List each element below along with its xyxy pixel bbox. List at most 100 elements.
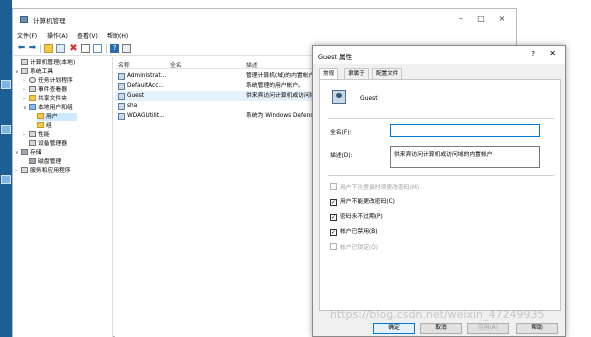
computer-icon bbox=[21, 59, 28, 65]
tree-label: 服务和应用程序 bbox=[30, 168, 71, 174]
checkbox-box bbox=[330, 243, 337, 250]
menu-action[interactable]: 操作(A) bbox=[47, 31, 68, 40]
checkbox-label: 帐户已禁用(B) bbox=[340, 229, 378, 235]
guest-properties-dialog: Guest 属性 ? ✕ 常规 隶属于 配置文件 Guest 全名(F): 描述… bbox=[312, 45, 566, 337]
user-icon bbox=[118, 93, 125, 100]
computer-management-icon bbox=[20, 16, 28, 23]
help-question-button[interactable]: ? bbox=[531, 50, 535, 58]
tree-label: 事件查看器 bbox=[38, 87, 67, 93]
user-description: 管理计算机(域)的内置帐户 bbox=[246, 73, 315, 79]
description-field[interactable]: 供来宾访问计算机或访问域的内置帐户 bbox=[390, 146, 540, 168]
users-icon bbox=[29, 104, 36, 110]
tree-label: 组 bbox=[46, 123, 52, 129]
user-icon bbox=[118, 73, 125, 80]
menu-view[interactable]: 查看(V) bbox=[77, 31, 98, 40]
apply-button[interactable]: 应用(A) bbox=[467, 323, 509, 334]
account-disabled-checkbox[interactable]: ✓ 帐户已禁用(B) bbox=[330, 228, 378, 237]
forward-arrow-icon[interactable]: ➡ bbox=[28, 44, 37, 53]
disk-icon bbox=[29, 158, 36, 164]
help-button[interactable]: 帮助 bbox=[516, 323, 558, 334]
password-never-expires-checkbox[interactable]: ✓ 密码永不过期(P) bbox=[330, 213, 383, 222]
tools-icon bbox=[21, 68, 28, 74]
tree-item-device-manager[interactable]: 设备管理器 bbox=[23, 140, 67, 148]
properties-icon[interactable] bbox=[81, 44, 90, 53]
column-name[interactable]: 名称 bbox=[118, 60, 130, 69]
maximize-button[interactable]: □ bbox=[476, 14, 486, 24]
navigation-tree: 计算机管理(本地) ∨ 系统工具 › 任务计划程序 › 事件查看器 › 共享文件夹 ∨ 本… bbox=[13, 57, 113, 337]
checkbox-label: 用户下次登录时须更改密码(M) bbox=[340, 185, 420, 191]
tree-label: 任务计划程序 bbox=[38, 78, 73, 84]
must-change-password-checkbox[interactable]: 用户下次登录时须更改密码(M) bbox=[330, 183, 419, 192]
toolbar-separator bbox=[40, 44, 41, 53]
column-description[interactable]: 描述 bbox=[246, 60, 258, 69]
fullname-field[interactable] bbox=[390, 124, 540, 137]
cancel-button[interactable]: 取消 bbox=[420, 323, 462, 334]
tree-item-system-tools[interactable]: ∨ 系统工具 bbox=[15, 68, 53, 76]
services-icon bbox=[21, 167, 28, 173]
tree-item-local-users-groups[interactable]: ∨ 本地用户和组 bbox=[23, 104, 73, 112]
help-icon[interactable]: ? bbox=[110, 44, 119, 53]
tree-label: 磁盘管理 bbox=[38, 159, 62, 165]
tab-profile[interactable]: 配置文件 bbox=[372, 68, 403, 79]
tree-item-event-viewer[interactable]: › 事件查看器 bbox=[23, 86, 67, 94]
user-name: WDAGUtilit... bbox=[127, 113, 165, 119]
user-icon bbox=[118, 83, 125, 90]
user-icon bbox=[118, 103, 125, 110]
cannot-change-password-checkbox[interactable]: ✓ 用户不能更改密码(C) bbox=[330, 198, 395, 207]
user-name: Guest bbox=[127, 93, 145, 99]
account-locked-checkbox[interactable]: 帐户已锁定(O) bbox=[330, 243, 378, 252]
desktop-shortcut-icon[interactable] bbox=[1, 125, 11, 134]
performance-icon bbox=[29, 131, 36, 137]
user-description: 供来宾访问计算机或访问域 bbox=[246, 93, 316, 99]
up-folder-icon[interactable] bbox=[44, 44, 53, 53]
console-icon[interactable] bbox=[122, 44, 131, 53]
window-title: 计算机管理 bbox=[33, 17, 66, 25]
tree-label: 设备管理器 bbox=[38, 141, 67, 147]
show-tree-icon[interactable] bbox=[56, 44, 65, 53]
tree-item-performance[interactable]: › 性能 bbox=[23, 131, 50, 139]
tab-member-of[interactable]: 隶属于 bbox=[344, 68, 369, 79]
back-arrow-icon[interactable]: ⬅ bbox=[17, 44, 26, 53]
user-description: 系统为 Windows Defender bbox=[246, 113, 320, 119]
close-button[interactable]: × bbox=[497, 14, 507, 24]
tree-label: 系统工具 bbox=[30, 69, 54, 75]
tree-item-users[interactable]: 用户 bbox=[37, 113, 77, 121]
checkmark-icon: ✓ bbox=[330, 199, 337, 206]
tree-label: 共享文件夹 bbox=[38, 96, 67, 102]
dialog-close-button[interactable]: ✕ bbox=[549, 49, 556, 58]
checkbox-label: 用户不能更改密码(C) bbox=[340, 199, 395, 205]
username-label: Guest bbox=[360, 95, 378, 102]
menu-help[interactable]: 帮助(H) bbox=[107, 31, 128, 40]
export-list-icon[interactable] bbox=[93, 44, 102, 53]
tree-item-storage[interactable]: ∨ 存储 bbox=[15, 149, 42, 157]
divider bbox=[328, 175, 554, 176]
fullname-label: 全名(F): bbox=[330, 130, 352, 136]
menu-file[interactable]: 文件(F) bbox=[17, 31, 37, 40]
checkbox-label: 帐户已锁定(O) bbox=[340, 245, 379, 251]
user-name: Administrat... bbox=[127, 73, 167, 79]
description-label: 描述(D): bbox=[330, 153, 353, 159]
device-manager-icon bbox=[29, 140, 36, 146]
user-icon bbox=[118, 113, 125, 120]
tree-item-disk-management[interactable]: 磁盘管理 bbox=[23, 158, 61, 166]
general-tab-panel: Guest 全名(F): 描述(D): 供来宾访问计算机或访问域的内置帐户 用户… bbox=[319, 79, 561, 311]
dialog-title: Guest 属性 bbox=[318, 53, 353, 61]
tree-item-shared-folders[interactable]: › 共享文件夹 bbox=[23, 95, 67, 103]
minimize-button[interactable]: – bbox=[456, 14, 466, 24]
chevron-right-icon[interactable]: › bbox=[23, 77, 29, 85]
checkbox-box bbox=[330, 183, 337, 190]
delete-icon[interactable]: ✖ bbox=[69, 44, 78, 54]
column-fullname[interactable]: 全名 bbox=[170, 60, 182, 69]
ok-button[interactable]: 确定 bbox=[373, 323, 415, 334]
toolbar-separator bbox=[106, 44, 107, 53]
tree-item-services-applications[interactable]: › 服务和应用程序 bbox=[15, 167, 71, 175]
event-viewer-icon bbox=[29, 86, 36, 92]
desktop-shortcut-icon[interactable] bbox=[1, 175, 11, 184]
tree-label: 性能 bbox=[38, 132, 50, 138]
tree-item-groups[interactable]: 组 bbox=[37, 122, 52, 130]
tree-item-computer-management[interactable]: 计算机管理(本地) bbox=[15, 59, 75, 67]
clock-icon bbox=[29, 77, 36, 83]
desktop-shortcut-icon[interactable] bbox=[1, 80, 11, 89]
tree-item-task-scheduler[interactable]: › 任务计划程序 bbox=[23, 77, 73, 85]
user-name: sha bbox=[127, 103, 138, 109]
